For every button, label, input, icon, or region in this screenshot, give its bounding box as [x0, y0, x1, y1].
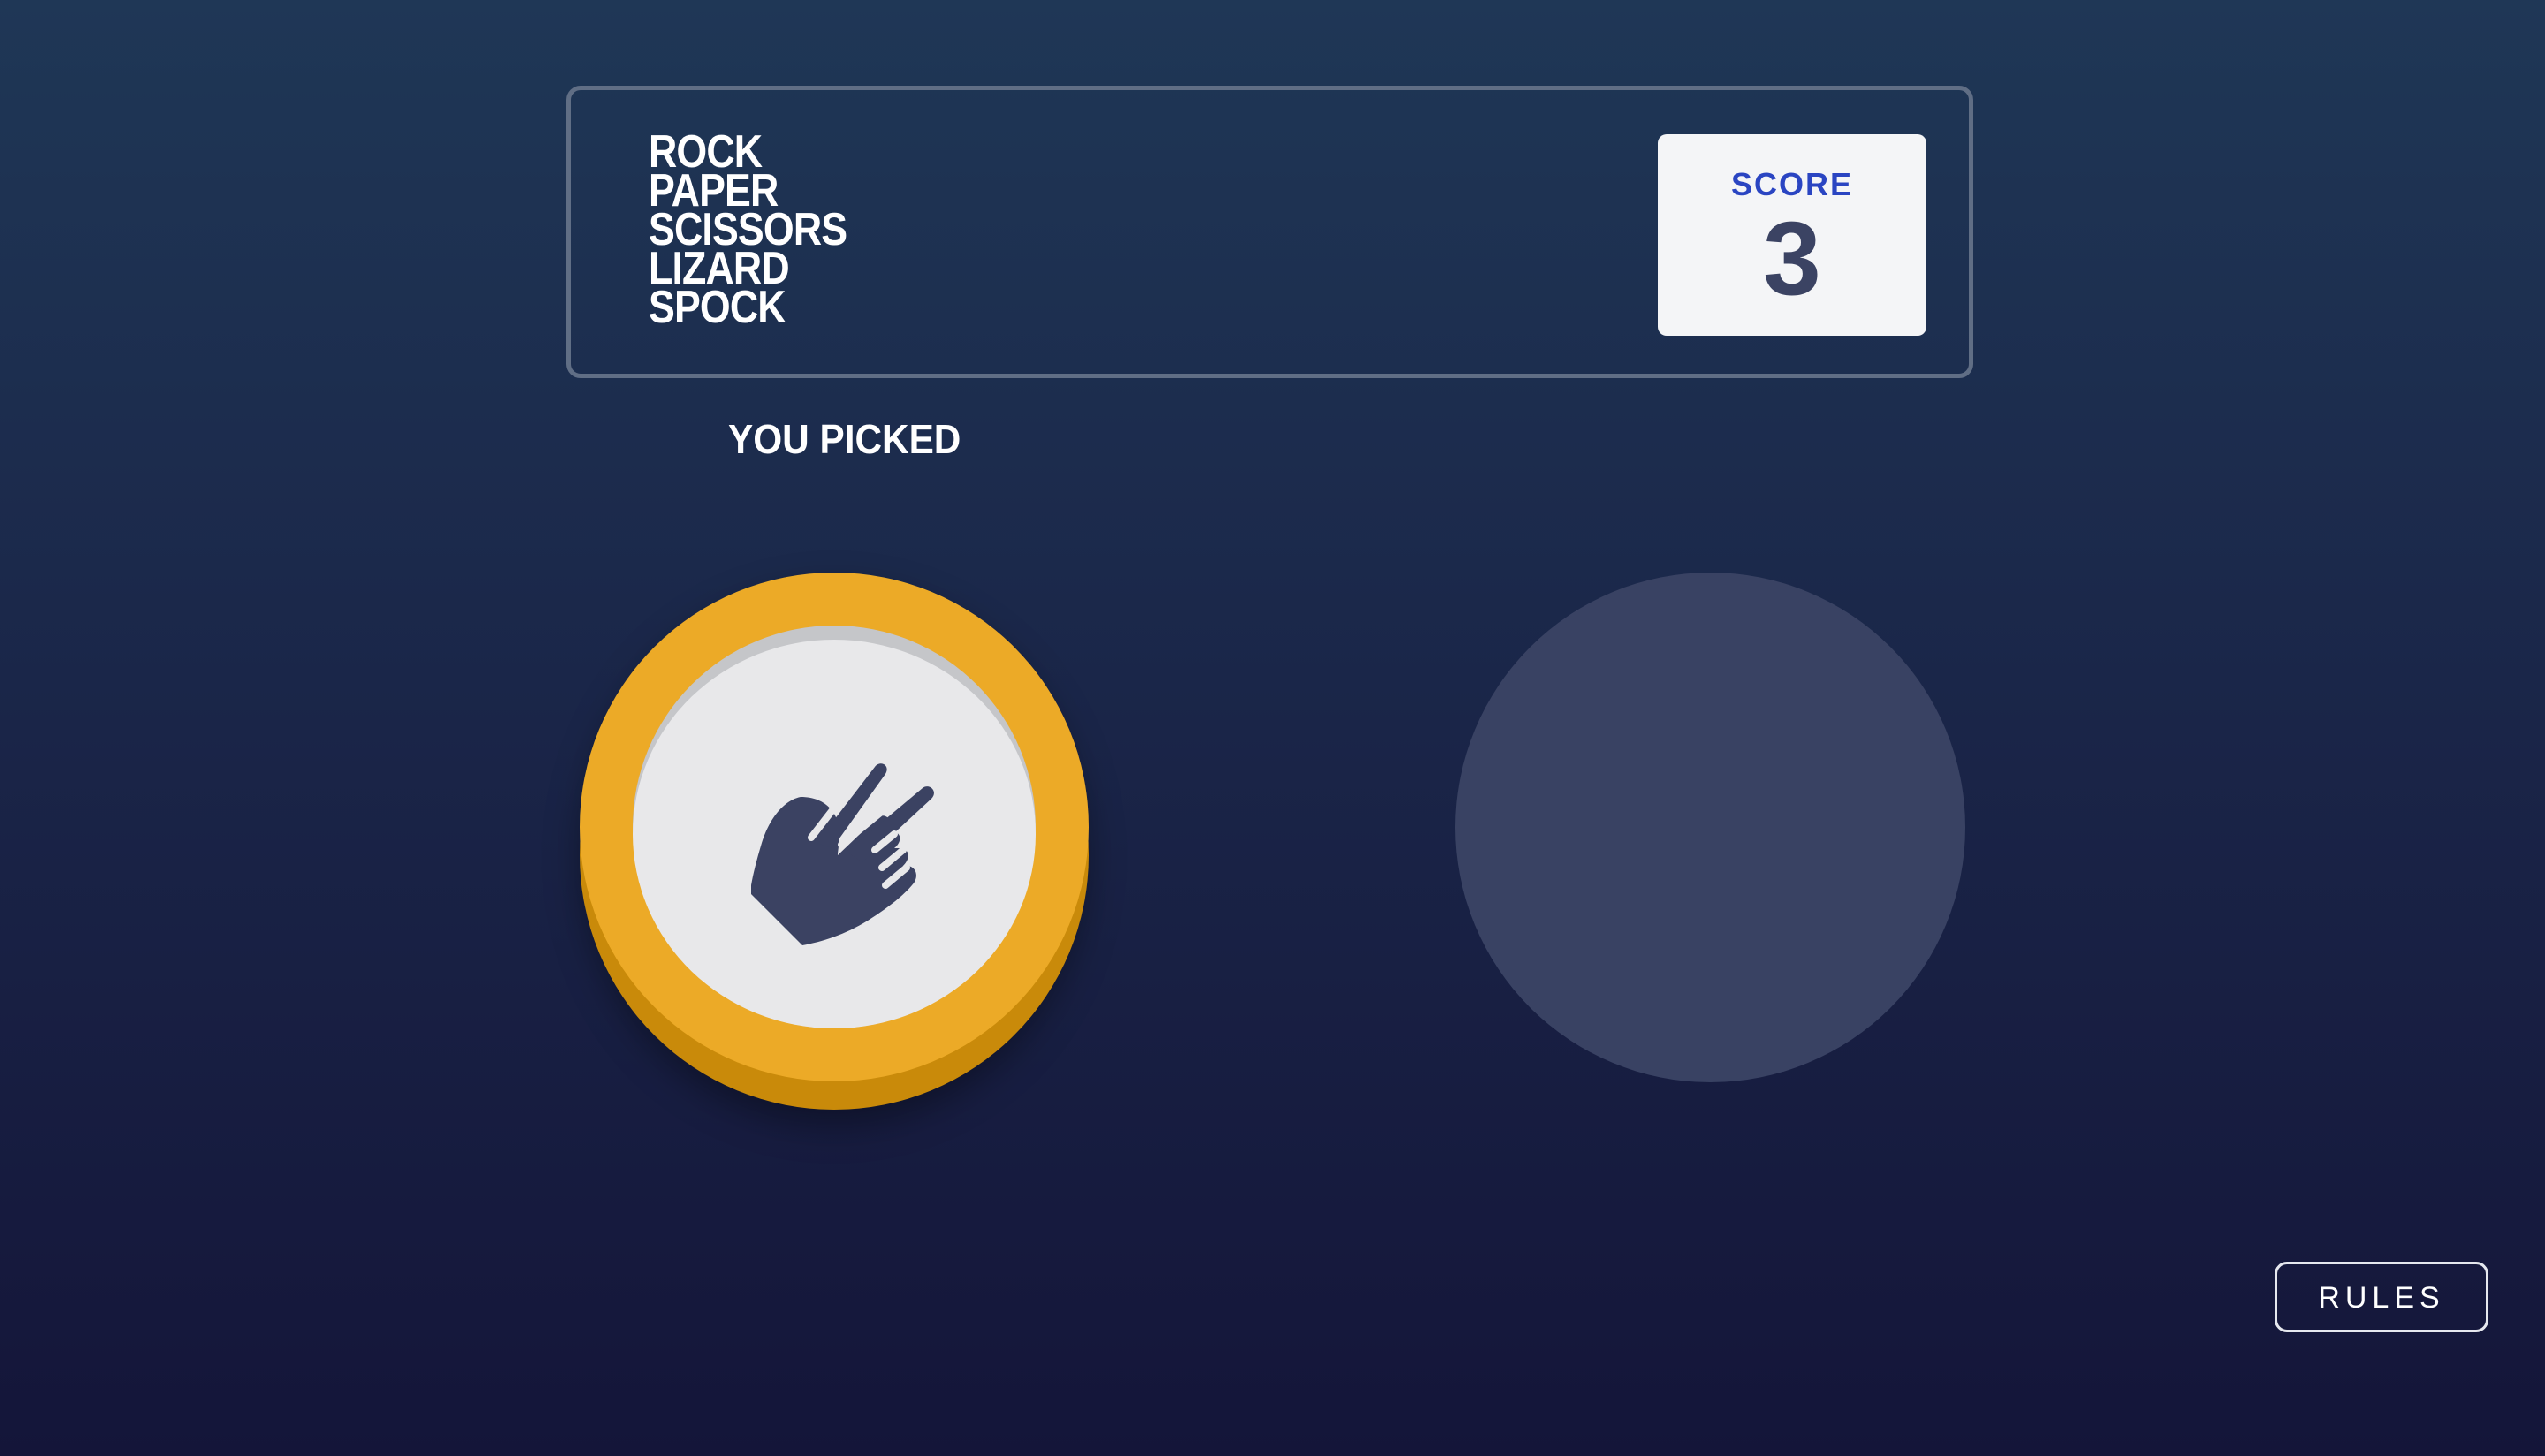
- game-logo: ROCK PAPER SCISSORS LIZARD SPOCK: [649, 129, 879, 333]
- logo-line-spock: SPOCK: [649, 282, 786, 333]
- score-label: SCORE: [1730, 166, 1854, 202]
- header: ROCK PAPER SCISSORS LIZARD SPOCK SCORE 3: [566, 86, 1973, 378]
- rules-button[interactable]: RULES: [2275, 1262, 2488, 1332]
- score-value: 3: [1763, 201, 1821, 317]
- house-choice-placeholder: [1455, 573, 1965, 1082]
- score-box: SCORE 3: [1658, 134, 1926, 336]
- you-picked-label: YOU PICKED: [728, 416, 961, 462]
- scissors-hand-icon: [751, 763, 934, 945]
- player-choice-token: [580, 573, 1089, 1110]
